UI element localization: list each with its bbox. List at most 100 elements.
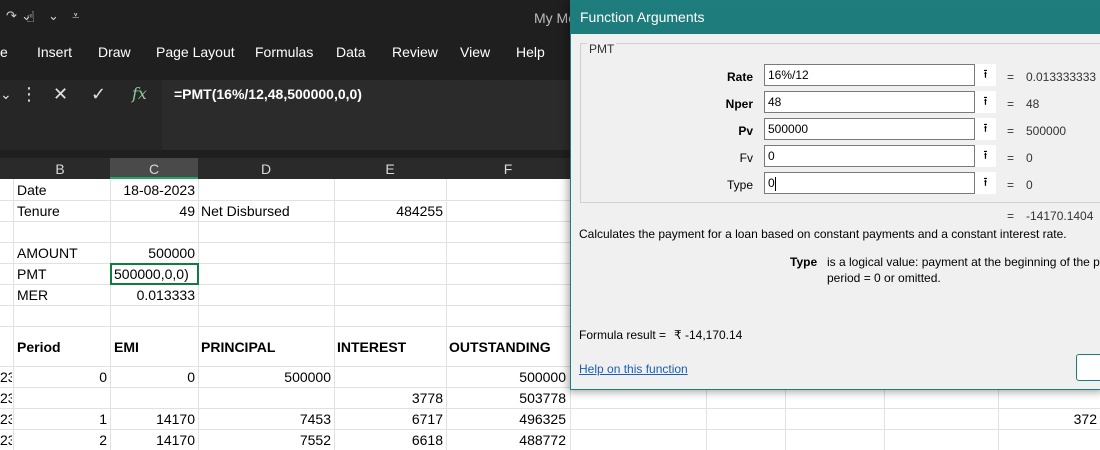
outstanding-cell: 488772 [519,432,566,448]
fv-value: 0 [1026,151,1033,165]
rate-collapse-icon[interactable]: ⭱ [974,64,996,86]
tab-page-layout[interactable]: Page Layout [156,44,235,60]
function-arguments-dialog: Function Arguments PMT Rate 16%/12 ⭱ = 0… [570,0,1100,390]
fv-input[interactable]: 0 [764,145,996,167]
tab-help[interactable]: Help [516,44,545,60]
pv-label: Pv [738,124,753,138]
result-equals: = [1007,209,1015,223]
header-interest: INTEREST [337,339,407,355]
redo-icon[interactable]: ↷ [6,8,17,24]
offscreen-cell: 372 [1073,411,1097,427]
row-a-cell: 23 [0,432,12,448]
emi-cell: 14170 [156,411,195,427]
type-collapse-icon[interactable]: ⭱ [974,172,996,194]
nper-equals: = [1007,97,1015,111]
fv-label: Fv [739,151,753,165]
dropdown-icon[interactable]: ⌄ [48,8,59,24]
column-header-b[interactable]: B [10,161,110,177]
interest-cell: 3778 [411,390,443,406]
pv-collapse-icon[interactable]: ⭱ [974,118,996,140]
column-header-e[interactable]: E [334,161,446,177]
argument-help-text-cont: period = 0 or omitted. [827,271,941,285]
rate-label: Rate [726,70,753,84]
enter-icon[interactable]: ✓ [91,84,106,105]
amount-label: AMOUNT [17,245,78,261]
pv-value: 500000 [1026,124,1067,138]
nper-input[interactable]: 48 [764,91,996,113]
pmt-edit-value[interactable]: 500000,0,0) [114,266,189,282]
namebox-dropdown-icon[interactable]: ⌄ [0,86,12,103]
function-result-value: -14170.1404 [1026,209,1094,223]
tab-review[interactable]: Review [392,44,438,60]
rate-value: 0.013333333 [1026,70,1097,84]
formula-result-value: ₹ -14,170.14 [674,328,743,342]
argument-help-name: Type [790,255,818,269]
formula-input[interactable]: =PMT(16%/12,48,500000,0,0) [174,86,362,102]
fv-collapse-icon[interactable]: ⭱ [974,145,996,167]
dialog-title[interactable]: Function Arguments [571,1,1100,34]
interest-cell: 6618 [411,432,443,448]
period-cell: 0 [99,369,107,385]
header-emi: EMI [114,339,139,355]
net-disbursed-value: 484255 [396,203,443,219]
pmt-label: PMT [17,266,47,282]
nper-label: Nper [725,97,753,111]
tab-insert[interactable]: Insert [37,44,72,60]
insert-function-icon[interactable]: fx [132,84,147,103]
emi-cell: 14170 [156,432,195,448]
mer-value: 0.013333 [136,287,195,303]
cancel-icon[interactable]: ✕ [53,84,68,105]
text-caret [774,176,776,191]
function-name-label: PMT [587,42,617,56]
ok-button[interactable] [1076,354,1100,381]
pv-input[interactable]: 500000 [764,118,996,140]
pv-equals: = [1007,124,1015,138]
net-disbursed-label: Net Disbursed [201,203,290,219]
formula-bar-controls: ⌄ ⋮ ✕ ✓ fx [0,80,162,150]
period-cell: 2 [99,432,107,448]
period-cell: 1 [99,411,107,427]
mer-label: MER [17,287,49,303]
fv-equals: = [1007,151,1015,165]
row-a-cell: 23 [0,411,12,427]
more-options-icon[interactable]: ⋮ [20,84,38,105]
date-value: 18-08-2023 [123,182,195,198]
tab-data[interactable]: Data [336,44,366,60]
emi-cell: 0 [187,369,195,385]
row-a-cell: 23 [0,369,12,385]
touch-mode-icon[interactable]: ☝ [26,8,35,26]
outstanding-cell: 496325 [519,411,566,427]
amount-value: 500000 [148,245,195,261]
column-header-f[interactable]: F [446,161,570,177]
header-outstanding: OUTSTANDING [449,339,551,355]
type-input[interactable]: 0 [764,172,996,194]
type-value: 0 [1026,178,1033,192]
principal-cell: 7453 [299,411,331,427]
tenure-label: Tenure [17,203,60,219]
header-period: Period [17,339,61,355]
interest-cell: 6717 [411,411,443,427]
tab-home[interactable]: e [0,44,8,60]
rate-input[interactable]: 16%/12 [764,64,996,86]
column-header-c[interactable]: C [110,158,198,179]
tab-formulas[interactable]: Formulas [255,44,313,60]
nper-value: 48 [1026,97,1040,111]
tab-draw[interactable]: Draw [98,44,131,60]
header-principal: PRINCIPAL [201,339,276,355]
outstanding-cell: 503778 [519,390,566,406]
help-on-function-link[interactable]: Help on this function [579,362,688,376]
argument-help-text: is a logical value: payment at the begin… [827,255,1100,269]
nper-collapse-icon[interactable]: ⭱ [974,91,996,113]
rate-equals: = [1007,70,1015,84]
tenure-value: 49 [179,203,195,219]
customize-qat-icon[interactable]: ⩡ [72,8,79,24]
type-input-text: 0 [768,176,775,190]
outstanding-cell: 500000 [519,369,566,385]
function-description: Calculates the payment for a loan based … [579,227,1067,241]
tab-view[interactable]: View [460,44,490,60]
formula-result-label: Formula result = [579,328,667,342]
principal-cell: 7552 [299,432,331,448]
type-label: Type [726,178,753,192]
principal-cell: 500000 [284,369,331,385]
column-header-d[interactable]: D [198,161,334,177]
